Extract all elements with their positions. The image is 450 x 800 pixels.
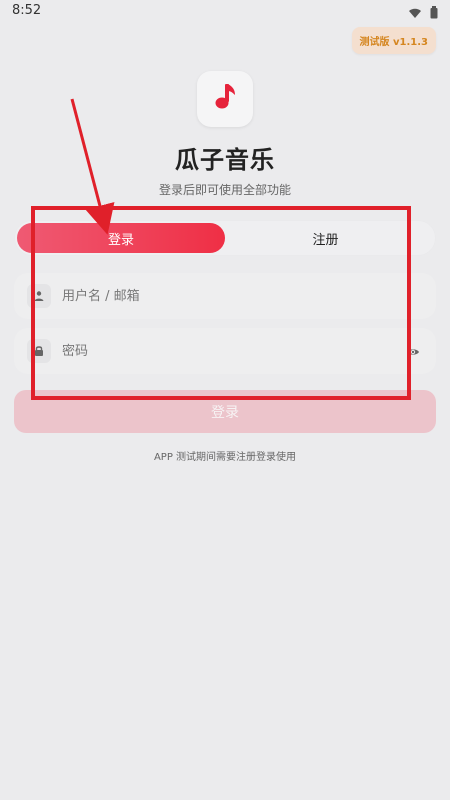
app-title: 瓜子音乐: [175, 146, 275, 174]
music-note-icon: [211, 82, 239, 116]
username-icon-box: [27, 284, 51, 308]
app-logo: [197, 71, 253, 127]
tab-register[interactable]: 注册: [233, 223, 418, 253]
username-input[interactable]: [62, 283, 382, 309]
lock-icon: [33, 342, 45, 361]
status-bar: 8:52: [0, 0, 450, 22]
username-field[interactable]: [14, 273, 436, 319]
status-time: 8:52: [12, 3, 42, 18]
status-icons: [408, 4, 438, 23]
user-icon: [33, 287, 45, 306]
login-button[interactable]: 登录: [14, 390, 436, 433]
password-field[interactable]: [14, 328, 436, 374]
auth-tab-bar: 登录 注册: [14, 220, 436, 256]
version-badge: 测试版 v1.1.3: [351, 27, 436, 54]
battery-icon: [430, 4, 438, 23]
app-subtitle: 登录后即可使用全部功能: [158, 183, 291, 197]
tab-login[interactable]: 登录: [17, 223, 225, 253]
footer-note: APP 测试期间需要注册登录使用: [153, 452, 297, 463]
password-input[interactable]: [62, 338, 382, 364]
eye-icon: [406, 342, 420, 361]
password-icon-box: [27, 339, 51, 363]
password-visibility-toggle[interactable]: [404, 343, 422, 359]
wifi-icon: [408, 4, 422, 23]
